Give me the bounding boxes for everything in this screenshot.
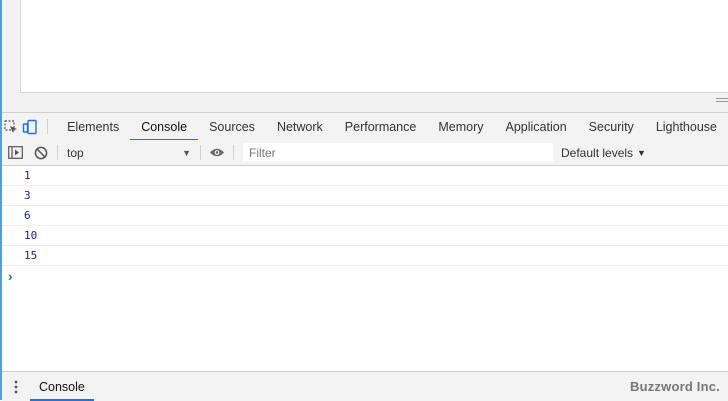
log-value: 6 xyxy=(24,209,31,222)
log-levels-label: Default levels xyxy=(561,145,634,160)
devtools-drawer: Console Buzzword Inc. xyxy=(2,371,728,401)
tab-security[interactable]: Security xyxy=(578,113,645,140)
device-toolbar-icon[interactable] xyxy=(21,113,40,140)
log-value: 1 xyxy=(24,169,31,182)
toolbar-separator xyxy=(233,145,234,160)
log-value: 10 xyxy=(24,229,38,242)
tab-application[interactable]: Application xyxy=(495,113,578,140)
resize-handle-icon[interactable] xyxy=(716,98,728,106)
tab-lighthouse[interactable]: Lighthouse xyxy=(645,113,728,140)
watermark: Buzzword Inc. xyxy=(630,379,720,394)
context-value: top xyxy=(67,145,84,160)
tab-console[interactable]: Console xyxy=(130,113,198,141)
console-toolbar: top ▼ Default levels ▼ xyxy=(2,140,728,166)
console-log-row: 3 xyxy=(2,186,728,206)
clear-console-icon[interactable] xyxy=(28,140,54,165)
log-value: 3 xyxy=(24,189,31,202)
chevron-down-icon: ▼ xyxy=(637,147,646,158)
devtools-tabbar: Elements Console Sources Network Perform… xyxy=(2,112,728,141)
log-value: 15 xyxy=(24,249,38,262)
console-output: 1 3 6 10 15 › xyxy=(2,166,728,286)
page-viewport xyxy=(20,0,728,93)
context-selector[interactable]: top ▼ xyxy=(61,140,197,165)
tab-sources[interactable]: Sources xyxy=(198,113,266,140)
drawer-tab-console[interactable]: Console xyxy=(30,372,94,401)
tab-network[interactable]: Network xyxy=(266,113,334,140)
tab-separator xyxy=(47,119,49,134)
log-levels-dropdown[interactable]: Default levels ▼ xyxy=(561,146,646,160)
more-options-icon[interactable] xyxy=(2,372,30,401)
console-log-row: 6 xyxy=(2,206,728,226)
filter-input[interactable] xyxy=(243,143,553,162)
chevron-down-icon: ▼ xyxy=(182,147,191,158)
browser-page-area xyxy=(0,0,728,112)
show-sidebar-icon[interactable] xyxy=(2,140,28,165)
prompt-chevron-icon: › xyxy=(8,268,13,284)
toolbar-separator xyxy=(200,145,201,160)
console-prompt[interactable]: › xyxy=(2,266,728,286)
console-log-row: 15 xyxy=(2,246,728,266)
live-expression-eye-icon[interactable] xyxy=(204,140,230,165)
toolbar-separator xyxy=(57,145,58,160)
tab-performance[interactable]: Performance xyxy=(334,113,428,140)
inspect-element-icon[interactable] xyxy=(2,113,21,140)
console-log-row: 10 xyxy=(2,226,728,246)
console-log-row: 1 xyxy=(2,166,728,186)
tab-memory[interactable]: Memory xyxy=(427,113,494,140)
tab-elements[interactable]: Elements xyxy=(56,113,130,140)
